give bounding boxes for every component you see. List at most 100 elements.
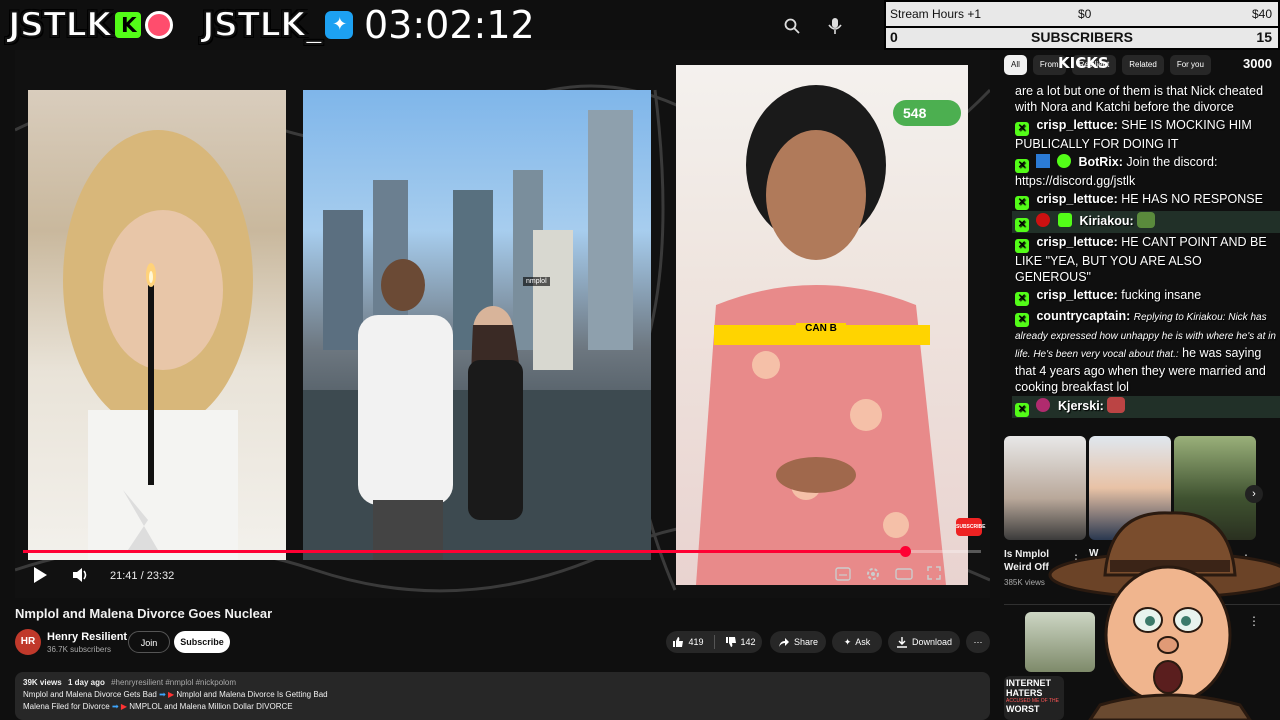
share-label: Share bbox=[793, 637, 819, 647]
couple-singapore-photo bbox=[303, 110, 651, 560]
play-icon[interactable] bbox=[31, 565, 49, 590]
stream-timer: 03:02:12 bbox=[364, 3, 535, 47]
kicks-label: KICKS bbox=[1058, 54, 1109, 72]
hashtags[interactable]: #henryresilient #nmplol #nickpolom bbox=[111, 678, 236, 687]
chat-overlay: are a lot but one of them is that Nick c… bbox=[1012, 82, 1280, 418]
chat-message: ✕ crisp_lettuce: HE HAS NO RESPONSE bbox=[1012, 190, 1280, 211]
chip-for-you[interactable]: For you bbox=[1169, 55, 1211, 75]
like-counter-badge: 548 bbox=[893, 100, 961, 126]
fullscreen-icon[interactable] bbox=[927, 566, 941, 585]
chat-message: ✕ crisp_lettuce: HE CANT POINT AND BE LI… bbox=[1012, 233, 1280, 286]
join-button[interactable]: Join bbox=[128, 631, 170, 653]
video-progress-bar[interactable] bbox=[23, 546, 981, 557]
download-button[interactable]: Download bbox=[888, 631, 960, 653]
kick-badge-icon: ✕ bbox=[1015, 122, 1029, 136]
theater-mode-icon[interactable] bbox=[895, 567, 913, 586]
chat-username: crisp_lettuce: bbox=[1036, 288, 1118, 302]
chat-message: ✕ BotRix: Join the discord: https://disc… bbox=[1012, 153, 1280, 190]
twitter-icon: ✦ bbox=[325, 11, 354, 39]
tag-label: nmplol bbox=[523, 277, 550, 286]
kick-badge-icon: ✕ bbox=[1015, 313, 1029, 327]
youtube-icon: ▶ bbox=[168, 690, 175, 699]
kick-badge-icon: ✕ bbox=[1015, 218, 1029, 232]
subscribers-label: SUBSCRIBERS bbox=[1031, 29, 1133, 45]
subscribe-watermark[interactable]: SUBSCRIBE bbox=[956, 518, 985, 536]
channel-name[interactable]: Henry Resilient bbox=[47, 631, 127, 643]
view-count: 39K views bbox=[23, 678, 62, 687]
subscriber-badge-icon bbox=[1036, 213, 1051, 227]
jstlk-kick-logo: JSTLK K bbox=[7, 4, 174, 46]
description-link[interactable]: Nmplol and Malena Divorce Is Getting Bad bbox=[176, 690, 327, 699]
subscribers-goal: 15 bbox=[1256, 29, 1272, 45]
kick-icon: K bbox=[115, 12, 142, 38]
video-frame-middle: nmplol bbox=[303, 90, 651, 560]
video-frame-right: CAN B SUBSCRIBE bbox=[676, 65, 985, 585]
chip-all[interactable]: All bbox=[1004, 55, 1027, 75]
sparkle-icon: ✦ bbox=[843, 636, 852, 647]
description-link[interactable]: NMPLOL and Malena Million Dollar DIVORCE bbox=[129, 702, 292, 711]
upload-age: 1 day ago bbox=[67, 678, 105, 687]
stream-hours-min: $0 bbox=[1078, 7, 1092, 21]
kick-badge-icon: ✕ bbox=[1015, 403, 1029, 417]
kicks-count: 3000 bbox=[1243, 56, 1272, 71]
caption-text: CAN B bbox=[796, 323, 846, 334]
subscribe-button[interactable]: Subscribe bbox=[174, 631, 230, 653]
stream-hours-panel: Stream Hours +1 $0 $40 0 SUBSCRIBERS 15 bbox=[884, 0, 1280, 50]
thumbs-up-icon bbox=[673, 637, 684, 647]
chat-username: Kjerski: bbox=[1057, 399, 1104, 413]
chevron-right-icon[interactable]: › bbox=[1245, 485, 1263, 503]
description-box[interactable]: 39K views 1 day ago #henryresilient #nmp… bbox=[15, 672, 990, 720]
share-icon bbox=[778, 638, 789, 647]
chat-message: ✕ crisp_lettuce: fucking insane bbox=[1012, 286, 1280, 307]
download-icon bbox=[896, 637, 907, 648]
video-player[interactable]: nmplol CAN B SUBSCRIBE 548 21:41 / 23:32 bbox=[15, 50, 990, 598]
stream-hours-max: $40 bbox=[1251, 7, 1272, 21]
ask-label: Ask bbox=[855, 637, 871, 647]
like-button[interactable]: 419 bbox=[672, 636, 704, 648]
microphone-icon[interactable] bbox=[817, 8, 853, 44]
description-link: Malena Filed for Divorce bbox=[23, 702, 110, 711]
woman-with-candle-illustration bbox=[63, 130, 253, 560]
dislike-button[interactable]: 142 bbox=[725, 636, 756, 648]
divider bbox=[713, 635, 715, 649]
description-link: Nmplol and Malena Divorce Gets Bad bbox=[23, 690, 157, 699]
kick-badge-icon: ✕ bbox=[1015, 196, 1029, 210]
chat-text: are a lot but one of them is that Nick c… bbox=[1015, 84, 1264, 114]
chat-message: ✕ Kjerski: bbox=[1012, 396, 1280, 418]
chat-text: HE HAS NO RESPONSE bbox=[1121, 192, 1263, 206]
youtube-icon: ▶ bbox=[120, 702, 128, 711]
stream-hours-divider bbox=[886, 26, 1278, 28]
chat-text: fucking insane bbox=[1121, 288, 1202, 302]
arrow-icon: ➡ bbox=[111, 702, 119, 711]
bot-badge-icon bbox=[1036, 154, 1051, 168]
devil-emote-icon bbox=[1107, 397, 1126, 413]
volume-icon[interactable] bbox=[71, 567, 89, 588]
verified-badge-icon bbox=[1056, 154, 1071, 168]
like-count: 419 bbox=[688, 637, 704, 647]
related-video-views: 385K views bbox=[1004, 578, 1045, 587]
thumbs-down-icon bbox=[725, 637, 736, 647]
frog-emote-icon bbox=[1137, 212, 1156, 228]
arrow-icon: ➡ bbox=[159, 690, 166, 699]
chip-related[interactable]: Related bbox=[1122, 55, 1164, 75]
ask-button[interactable]: ✦ Ask bbox=[832, 631, 882, 653]
search-icon[interactable] bbox=[774, 8, 810, 44]
chat-message: ✕ countrycaptain: Replying to Kiriakou: … bbox=[1012, 307, 1280, 396]
channel-avatar[interactable]: HR bbox=[15, 629, 41, 655]
video-timecode: 21:41 / 23:32 bbox=[110, 570, 175, 582]
logo-text: JSTLK bbox=[7, 4, 113, 46]
kick-badge-icon: ✕ bbox=[1015, 292, 1029, 306]
settings-gear-icon[interactable] bbox=[865, 566, 881, 587]
video-title: Nmplol and Malena Divorce Goes Nuclear bbox=[15, 606, 273, 621]
kick-badge-icon: ✕ bbox=[1015, 239, 1029, 253]
chat-username: countrycaptain: bbox=[1036, 309, 1131, 323]
chat-message: are a lot but one of them is that Nick c… bbox=[1012, 82, 1280, 116]
share-button[interactable]: Share bbox=[770, 631, 826, 653]
download-label: Download bbox=[911, 637, 953, 647]
chat-message: ✕ crisp_lettuce: SHE IS MOCKING HIM PUBL… bbox=[1012, 116, 1280, 153]
more-actions-icon[interactable]: ⋯ bbox=[966, 631, 990, 653]
jstlk-twitter-logo: JSTLK_ ✦ bbox=[201, 4, 354, 46]
stream-hours-label: Stream Hours +1 bbox=[890, 7, 982, 21]
subtitles-icon[interactable] bbox=[835, 567, 851, 586]
chat-message: ✕ Kiriakou: bbox=[1012, 211, 1280, 233]
